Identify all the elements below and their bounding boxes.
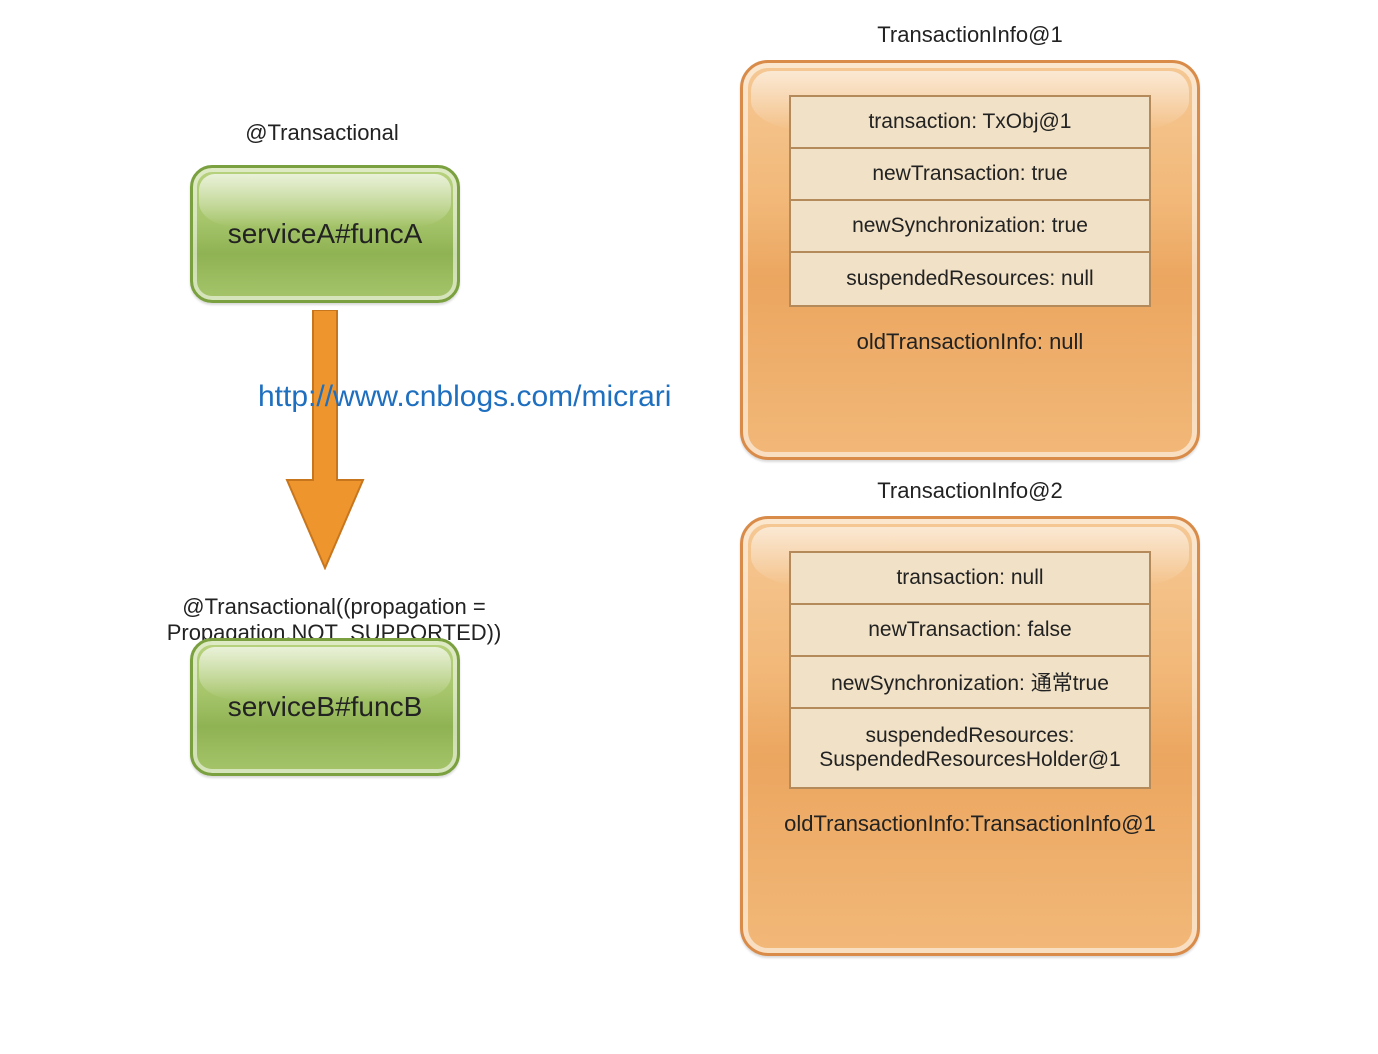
transaction-info-panel-2: transaction: null newTransaction: false … [740,516,1200,956]
panel1-table: transaction: TxObj@1 newTransaction: tru… [789,95,1150,307]
panel1-title: TransactionInfo@1 [740,22,1200,48]
table-row: newTransaction: true [791,149,1148,201]
service-b-text: serviceB#funcB [228,691,423,723]
panel1-footer: oldTransactionInfo: null [767,329,1173,355]
table-row: transaction: null [791,553,1148,605]
panel2-title: TransactionInfo@2 [740,478,1200,504]
table-row: newTransaction: false [791,605,1148,657]
table-row: newSynchronization: 通常true [791,657,1148,709]
table-row: suspendedResources: null [791,253,1148,305]
watermark-url: http://www.cnblogs.com/micrari [258,380,671,414]
panel2-footer: oldTransactionInfo:TransactionInfo@1 [767,811,1173,837]
table-row: transaction: TxObj@1 [791,97,1148,149]
table-row: suspendedResources: SuspendedResourcesHo… [791,709,1148,787]
table-row: newSynchronization: true [791,201,1148,253]
service-a-box: serviceA#funcA [190,165,460,303]
service-b-box: serviceB#funcB [190,638,460,776]
annotation-transactional-a: @Transactional [190,120,454,146]
service-a-text: serviceA#funcA [228,218,423,250]
panel2-table: transaction: null newTransaction: false … [789,551,1150,789]
transaction-info-panel-1: transaction: TxObj@1 newTransaction: tru… [740,60,1200,460]
arrow-down-icon [285,310,365,570]
